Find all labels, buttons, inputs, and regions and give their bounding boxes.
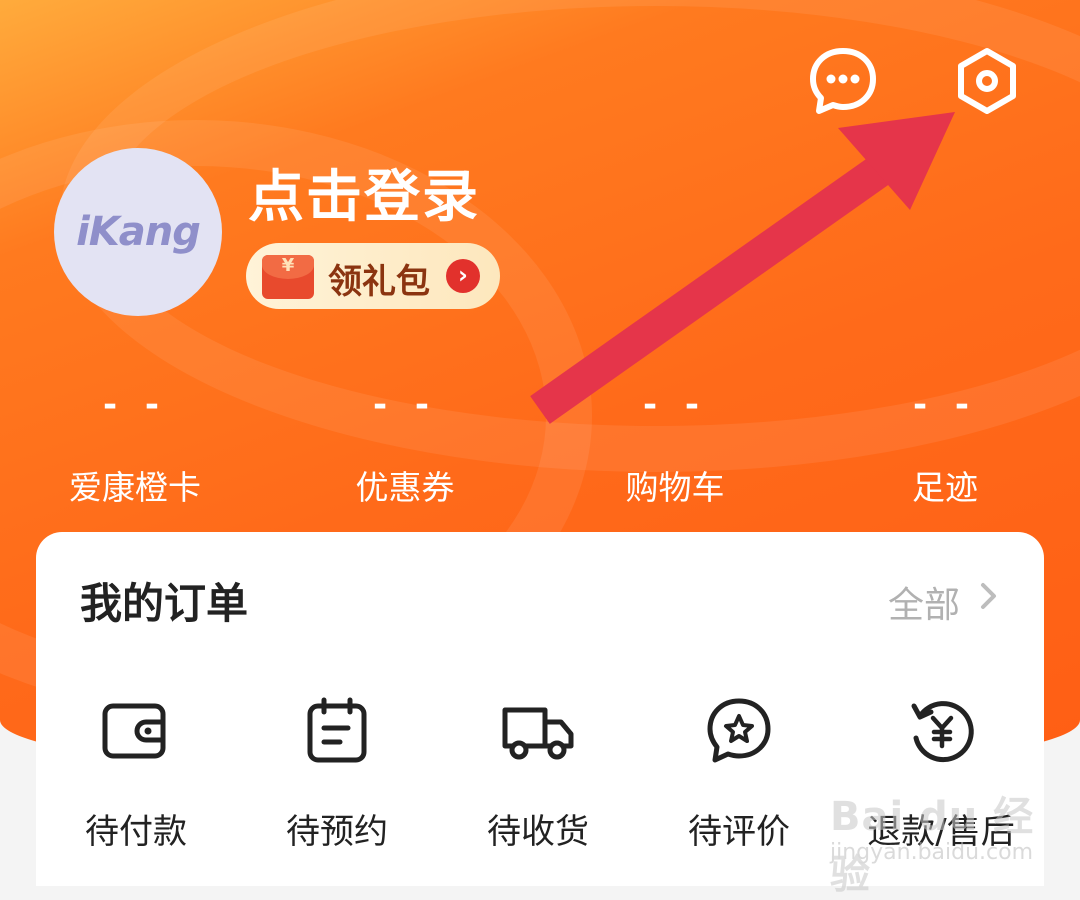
stat-label: 爱康橙卡 [69, 468, 201, 507]
wallet-icon [102, 703, 166, 759]
stat-label: 优惠券 [355, 468, 455, 507]
order-pending-delivery[interactable]: 待收货 [438, 692, 638, 853]
stat-label: 足迹 [912, 468, 978, 507]
stat-orange-card[interactable]: - - 爱康橙卡 [25, 385, 245, 509]
stat-cart[interactable]: - - 购物车 [565, 385, 785, 509]
hexagon-settings-icon [958, 48, 1016, 114]
chevron-right-icon[interactable]: › [446, 259, 480, 293]
yen-symbol: ¥ [281, 255, 295, 276]
order-pending-appointment[interactable]: 待预约 [237, 692, 437, 853]
star-bubble-icon [707, 698, 771, 763]
orders-title: 我的订单 [80, 579, 249, 628]
chevron-right-icon[interactable] [974, 578, 1004, 614]
stat-footprints[interactable]: - - 足迹 [835, 385, 1055, 509]
calendar-icon [307, 697, 367, 763]
truck-icon [502, 707, 574, 760]
view-all-orders-link[interactable]: 全部 [888, 576, 960, 628]
order-pending-payment[interactable]: 待付款 [36, 692, 236, 853]
stat-label: 购物车 [625, 468, 725, 507]
stat-value: - - [642, 385, 708, 425]
gift-pack-label: 领礼包 [328, 262, 430, 302]
order-label: 待付款 [85, 812, 187, 852]
avatar[interactable]: iKang [54, 148, 222, 316]
red-envelope-icon: ¥ [262, 255, 314, 299]
watermark-url: jingyan.baidu.com [830, 840, 1034, 865]
stat-value: - - [372, 385, 438, 425]
avatar-logo-text: iKang [76, 209, 201, 255]
baidu-jingyan-watermark: Bai du 经验 jingyan.baidu.com [822, 770, 1042, 898]
chat-bubble-icon [810, 48, 876, 114]
stat-value: - - [912, 385, 978, 425]
order-label: 待评价 [688, 812, 790, 852]
message-button[interactable] [804, 42, 882, 120]
stat-coupons[interactable]: - - 优惠券 [295, 385, 515, 509]
order-label: 待收货 [487, 812, 589, 852]
refund-icon [911, 701, 974, 763]
order-pending-review[interactable]: 待评价 [639, 692, 839, 853]
login-link[interactable]: 点击登录 [248, 152, 480, 233]
order-label: 待预约 [286, 812, 388, 852]
stat-value: - - [102, 385, 168, 425]
settings-button[interactable] [948, 42, 1026, 120]
